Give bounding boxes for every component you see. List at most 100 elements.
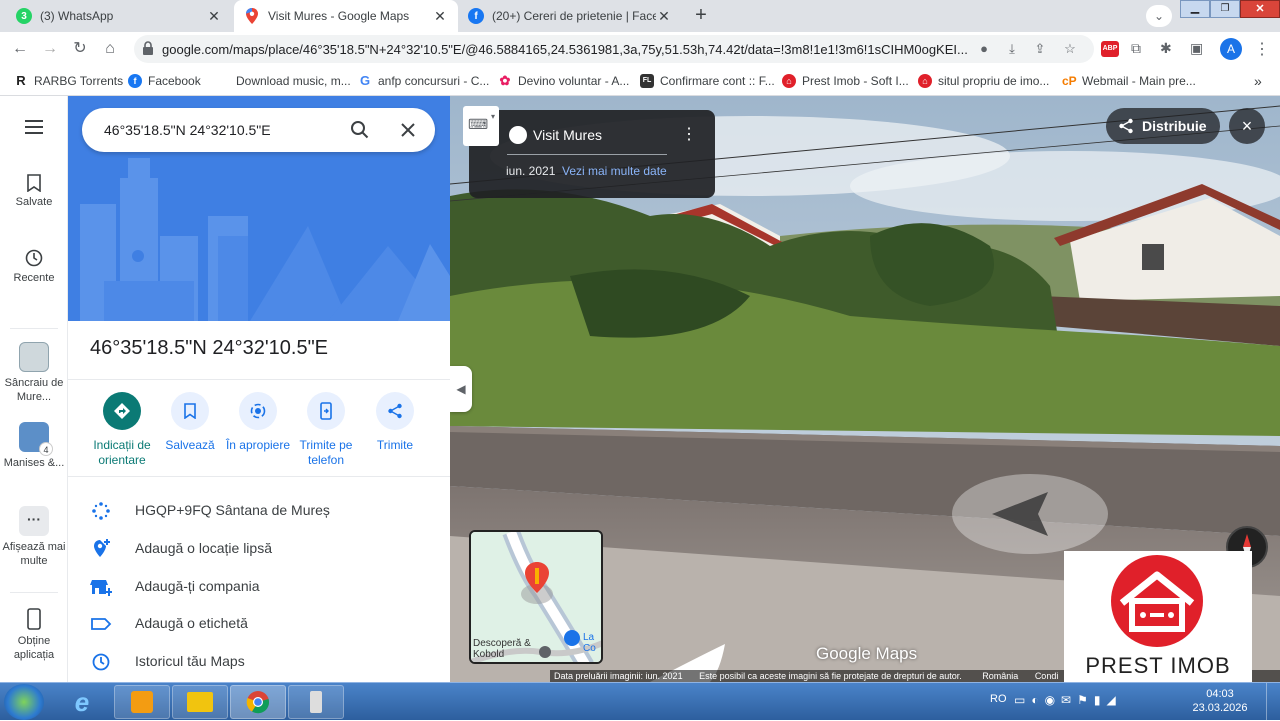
bookmarks-bar: R RARBG Torrents f Facebook Download music… xyxy=(0,66,1280,96)
country-label[interactable]: România xyxy=(982,671,1018,681)
address-bar[interactable]: google.com/maps/place/46°35'18.5"N+24°32… xyxy=(134,35,1094,63)
bookmark-rarbg[interactable]: R RARBG Torrents xyxy=(14,72,123,90)
recent-place-label: Sâncraiu de Mure... xyxy=(4,377,64,403)
close-icon[interactable]: ✕ xyxy=(656,8,672,25)
bookmark-label: Webmail - Main pre... xyxy=(1082,74,1196,88)
clock[interactable]: 04:03 23.03.2026 xyxy=(1190,687,1250,715)
saved-button[interactable]: Salvate xyxy=(0,174,68,208)
share-label: Distribuie xyxy=(1142,118,1207,134)
recent-place-manises[interactable]: 4 Manises &... xyxy=(0,422,68,470)
system-tray-icons[interactable]: ▭◐◉✉⚑▮◢ xyxy=(1014,693,1122,707)
windows-taskbar: e RO ▭◐◉✉⚑▮◢ 04:03 23.03.2026 xyxy=(0,682,1280,721)
directions-button[interactable]: Indicații de orientare xyxy=(87,392,157,468)
panel-divider xyxy=(68,379,450,380)
profile-avatar[interactable]: A xyxy=(1220,38,1242,60)
language-indicator[interactable]: RO xyxy=(990,693,1007,705)
street-view-title-card: ⌨ ▾ Visit Mures ⋮ iun. 2021 Vezi mai mul… xyxy=(463,106,715,198)
action-label: Salvează xyxy=(165,438,215,452)
recent-button[interactable]: Recente xyxy=(0,248,68,284)
bookmark-webmail[interactable]: cP Webmail - Main pre... xyxy=(1062,72,1196,90)
mini-map-poi2-label: La Co xyxy=(583,632,596,654)
add-missing-place-row[interactable]: Adaugă o locație lipsă xyxy=(68,529,450,567)
plus-code-row[interactable]: HGQP+9FQ Sântana de Mureș xyxy=(68,491,450,529)
close-icon[interactable]: ✕ xyxy=(432,8,448,25)
terms-link[interactable]: Condi xyxy=(1035,671,1059,681)
location-icon[interactable]: ● xyxy=(976,41,992,57)
nearby-button[interactable]: În apropiere xyxy=(223,392,293,453)
window-controls: ▁ ❐ ✕ xyxy=(1180,0,1280,18)
home-button[interactable]: ⌂ xyxy=(98,37,122,61)
share-button[interactable]: Trimite xyxy=(360,392,430,453)
back-button[interactable]: ← xyxy=(8,37,32,61)
maps-history-row[interactable]: Istoricul tău Maps xyxy=(68,642,450,680)
install-icon[interactable]: ⤓ xyxy=(1004,41,1020,57)
share-street-view-button[interactable]: Distribuie xyxy=(1106,108,1220,144)
bookmark-download-music[interactable]: Download music, m... xyxy=(236,72,351,90)
tab-whatsapp[interactable]: 3 (3) WhatsApp ✕ xyxy=(6,0,232,32)
bookmark-prest-imob-soft[interactable]: ⌂ Prest Imob - Soft I... xyxy=(782,72,909,90)
bookmarks-overflow-button[interactable]: » xyxy=(1254,72,1262,90)
show-desktop-button[interactable] xyxy=(1266,683,1280,721)
rarbg-icon: R xyxy=(16,73,26,88)
close-street-view-button[interactable]: × xyxy=(1229,108,1265,144)
collapse-panel-button[interactable]: ◀ xyxy=(450,366,472,412)
extension-icon[interactable]: ⧉ xyxy=(1131,40,1141,57)
puzzle-icon[interactable]: ✱ xyxy=(1160,40,1172,57)
bookmark-label: Devino voluntar - A... xyxy=(518,74,630,88)
history-icon xyxy=(25,249,43,267)
search-input[interactable] xyxy=(104,120,344,140)
internet-explorer-icon[interactable]: e xyxy=(58,685,106,719)
save-button[interactable]: Salvează xyxy=(155,392,225,453)
phone-app-icon[interactable] xyxy=(288,685,344,719)
side-panel-icon[interactable]: ▣ xyxy=(1190,40,1203,57)
keyboard-toggle[interactable]: ⌨ ▾ xyxy=(463,106,499,146)
row-label: Adaugă o etichetă xyxy=(135,615,248,631)
media-player-icon[interactable] xyxy=(114,685,170,719)
rail-divider xyxy=(10,328,58,329)
new-tab-button[interactable]: + xyxy=(688,4,714,28)
bookmark-label: Download music, m... xyxy=(236,74,351,88)
tab-search-button[interactable]: ⌄ xyxy=(1146,5,1172,27)
google-maps-logo: Google Maps xyxy=(816,644,918,663)
reload-button[interactable]: ↻ xyxy=(68,37,92,61)
bookmark-anfp[interactable]: Ganfp concursuri - C... xyxy=(358,72,489,90)
search-box[interactable] xyxy=(82,108,435,152)
restore-button[interactable]: ❐ xyxy=(1210,0,1240,18)
star-icon[interactable]: ☆ xyxy=(1062,41,1078,57)
menu-button[interactable] xyxy=(0,120,68,138)
place-avatar xyxy=(509,126,527,144)
street-view[interactable]: ◀ ⌨ ▾ Visit Mures ⋮ iun. 2021 Vezi mai m… xyxy=(450,96,1280,682)
show-more-button[interactable]: ··· Afișează mai multe xyxy=(0,506,68,568)
close-window-button[interactable]: ✕ xyxy=(1240,0,1280,18)
send-to-phone-button[interactable]: Trimite pe telefon xyxy=(291,392,361,468)
bookmark-label: Confirmare cont :: F... xyxy=(660,74,775,88)
get-app-button[interactable]: Obține aplicația xyxy=(0,608,68,662)
fl-icon: FL xyxy=(640,74,654,88)
adblock-icon[interactable]: ABP xyxy=(1101,41,1119,57)
share-page-icon[interactable]: ⇪ xyxy=(1032,41,1048,57)
add-label-row[interactable]: Adaugă o etichetă xyxy=(68,604,450,642)
start-button[interactable] xyxy=(4,684,44,720)
close-icon[interactable]: ✕ xyxy=(206,8,222,25)
chrome-icon[interactable] xyxy=(230,685,286,719)
forward-button[interactable]: → xyxy=(38,37,62,61)
bookmark-facebook[interactable]: f Facebook xyxy=(128,72,201,90)
menu-icon xyxy=(25,120,43,134)
mini-map[interactable]: Descoperă & Kobold La Co xyxy=(469,530,603,664)
file-explorer-icon[interactable] xyxy=(172,685,228,719)
minimize-button[interactable]: ▁ xyxy=(1180,0,1210,18)
clear-search-icon[interactable] xyxy=(400,122,416,138)
search-icon[interactable] xyxy=(350,120,370,140)
more-options-icon[interactable]: ⋮ xyxy=(681,124,697,144)
recent-label: Recente xyxy=(13,272,55,284)
bookmark-devino-voluntar[interactable]: ✿ Devino voluntar - A... xyxy=(498,72,630,90)
bookmark-confirmare-cont[interactable]: FL Confirmare cont :: F... xyxy=(640,72,775,90)
tab-google-maps[interactable]: Visit Mures - Google Maps ✕ xyxy=(234,0,458,32)
add-business-row[interactable]: Adaugă-ți compania xyxy=(68,567,450,605)
recent-place-sancraiu[interactable]: Sâncraiu de Mure... xyxy=(0,342,68,404)
see-more-dates-link[interactable]: Vezi mai multe date xyxy=(562,164,667,178)
more-menu-icon[interactable]: ⋮ xyxy=(1254,39,1270,59)
lock-icon xyxy=(143,41,153,55)
bookmark-situl-propriu[interactable]: ⌂ situl propriu de imo... xyxy=(918,72,1049,90)
tab-facebook[interactable]: f (20+) Cereri de prietenie | Facebo ✕ xyxy=(458,0,682,32)
